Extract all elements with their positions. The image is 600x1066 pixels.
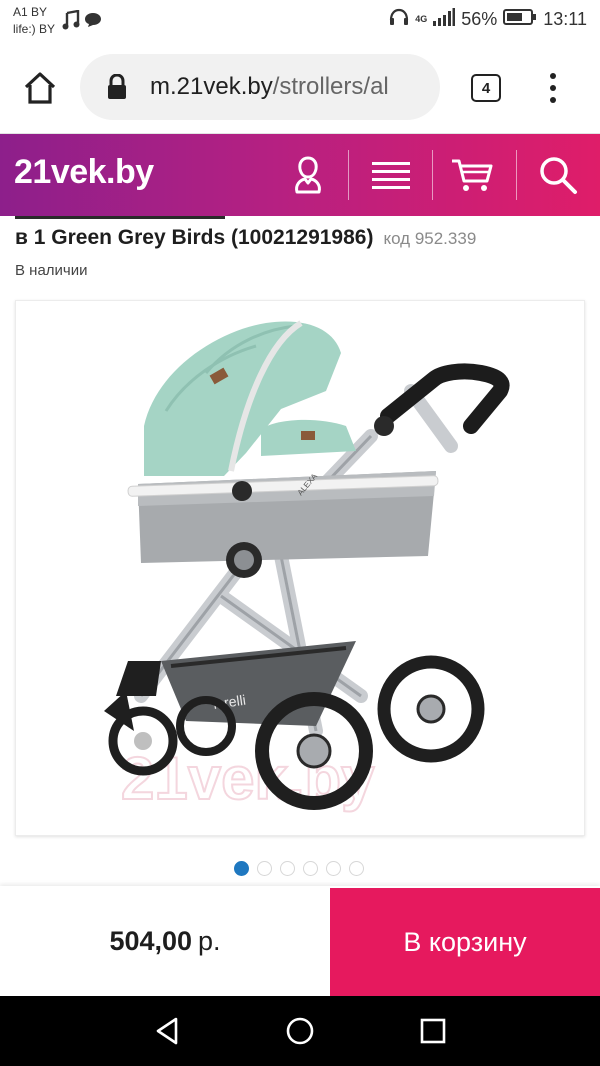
carrier-1: A1 BY xyxy=(13,5,48,19)
stroller-image: 21vek.by lorelli ALEXA xyxy=(104,320,510,813)
site-header: 21vek.by xyxy=(0,134,600,216)
address-bar[interactable]: m.21vek.by/strollers/al xyxy=(80,54,440,120)
browser-toolbar: m.21vek.by/strollers/al 4 xyxy=(0,42,600,134)
catalog-menu-button[interactable] xyxy=(367,150,415,200)
cart-icon xyxy=(452,159,493,191)
browser-home-button[interactable] xyxy=(20,68,60,108)
carousel-dot[interactable] xyxy=(303,861,318,876)
recents-button[interactable] xyxy=(416,1014,450,1048)
site-logo[interactable]: 21vek.by xyxy=(14,153,154,192)
carousel-dot-active[interactable] xyxy=(234,861,249,876)
url-host: m.21vek.by xyxy=(150,73,273,100)
clock: 13:11 xyxy=(543,9,587,29)
purchase-bar: 504,00 р. В корзину xyxy=(0,886,600,996)
carousel-dot[interactable] xyxy=(280,861,295,876)
cart-button[interactable] xyxy=(448,150,496,200)
search-button[interactable] xyxy=(534,150,582,200)
product-image-gallery[interactable]: 21vek.by lorelli ALEXA xyxy=(15,300,585,836)
music-note-icon xyxy=(62,9,80,35)
carousel-dot[interactable] xyxy=(326,861,341,876)
url-path: /strollers/al xyxy=(272,73,389,100)
signal-icon xyxy=(433,8,456,31)
price: 504,00 р. xyxy=(0,886,330,996)
product-title: в 1 Green Grey Birds (10021291986) xyxy=(15,226,374,249)
header-divider xyxy=(516,150,517,200)
carousel-indicator xyxy=(0,861,600,876)
battery-icon xyxy=(503,8,537,31)
product-title-row: в 1 Green Grey Birds (10021291986) код 95… xyxy=(15,226,476,250)
header-divider xyxy=(432,150,433,200)
home-circle-icon xyxy=(286,1017,314,1045)
menu-icon xyxy=(372,162,410,189)
search-icon xyxy=(540,157,577,194)
tab-switcher-button[interactable]: 4 xyxy=(471,74,501,102)
product-code: код 952.339 xyxy=(383,229,477,248)
home-button[interactable] xyxy=(283,1014,317,1048)
system-navigation-bar xyxy=(0,996,600,1066)
headphones-icon xyxy=(389,8,409,31)
availability-status: В наличии xyxy=(15,262,88,279)
add-to-cart-button[interactable]: В корзину xyxy=(330,888,600,996)
account-button[interactable] xyxy=(284,150,332,200)
more-vert-icon[interactable] xyxy=(540,70,566,106)
lock-icon xyxy=(106,74,134,100)
carrier-info: A1 BY life:) BY xyxy=(13,4,55,38)
chat-bubble-icon xyxy=(84,12,102,33)
status-bar: A1 BY life:) BY 4G 56% 13:11 xyxy=(0,0,600,42)
account-icon xyxy=(295,156,321,194)
header-divider xyxy=(348,150,349,200)
clipped-title-line xyxy=(15,216,225,219)
network-type: 4G xyxy=(415,14,428,24)
price-value: 504,00 xyxy=(109,925,193,956)
carrier-2: life:) BY xyxy=(13,22,56,36)
home-icon xyxy=(24,72,56,104)
back-button[interactable] xyxy=(150,1014,184,1048)
carousel-dot[interactable] xyxy=(349,861,364,876)
recents-icon xyxy=(420,1018,446,1044)
battery-percent: 56% xyxy=(461,9,498,29)
back-icon xyxy=(156,1017,178,1045)
url-text: m.21vek.by/strollers/al xyxy=(150,73,389,101)
carousel-dot[interactable] xyxy=(257,861,272,876)
price-currency: р. xyxy=(198,925,221,956)
